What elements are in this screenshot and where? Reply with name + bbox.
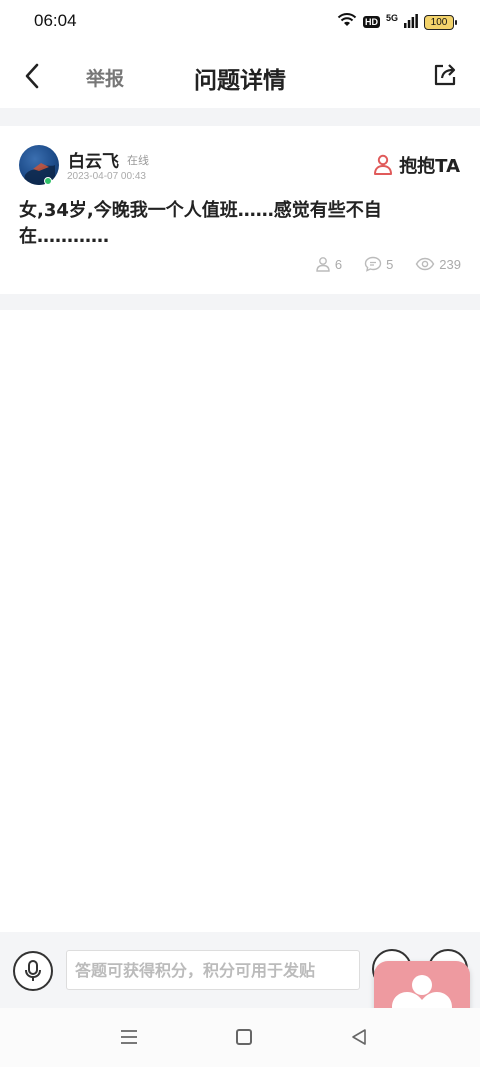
- avatar-image: [23, 163, 55, 185]
- comment-count: 5: [364, 256, 393, 272]
- card-divider: [0, 294, 480, 310]
- hd-badge: HD: [362, 16, 380, 28]
- system-nav-bar: [0, 1008, 480, 1067]
- share-button[interactable]: [432, 62, 460, 90]
- hug-count-value: 6: [334, 256, 343, 272]
- back-triangle-icon[interactable]: [350, 1028, 368, 1046]
- answer-input[interactable]: [66, 950, 360, 990]
- hug-count-icon: [316, 257, 330, 272]
- status-time: 06:04: [34, 11, 77, 30]
- page-title: 问题详情: [194, 68, 286, 94]
- eye-icon: [415, 257, 435, 271]
- avatar[interactable]: [19, 145, 59, 185]
- share-icon: [434, 64, 456, 86]
- question-stats: 6 5 239: [315, 256, 461, 272]
- menu-icon[interactable]: [120, 1028, 138, 1046]
- view-count-value: 239: [439, 256, 461, 272]
- voice-input-button[interactable]: [13, 951, 53, 991]
- post-time: 2023-04-07 00:43: [67, 171, 146, 182]
- home-button[interactable]: [236, 1029, 252, 1045]
- question-text: 女,34岁,今晚我一个人值班……感觉有些不自在…………: [19, 200, 382, 247]
- comment-count-value: 5: [386, 256, 394, 272]
- wifi-icon: [337, 12, 357, 32]
- status-bar: 06:04 HD 5G 100: [0, 0, 480, 44]
- battery-level: 100: [430, 16, 448, 28]
- hug-count: 6: [315, 256, 342, 272]
- comment-icon: [364, 256, 382, 272]
- question-card: 白云飞 在线 2023-04-07 00:43 抱抱TA 女,34岁,今晚我一个…: [0, 126, 480, 294]
- microphone-icon: [25, 960, 41, 981]
- online-status: 在线: [127, 154, 149, 167]
- hug-icon: [374, 154, 393, 175]
- hug-button[interactable]: 抱抱TA: [373, 152, 460, 178]
- status-icons: HD 5G 100: [337, 12, 457, 32]
- header: 举报 问题详情: [0, 44, 480, 108]
- hug-label: 抱抱TA: [399, 156, 460, 177]
- view-count: 239: [415, 257, 461, 272]
- battery-icon: 100: [424, 14, 457, 30]
- network-type-badge: 5G: [385, 13, 398, 23]
- online-indicator: [44, 177, 52, 185]
- section-divider: [0, 108, 480, 126]
- user-name[interactable]: 白云飞: [68, 147, 119, 172]
- signal-icon: [404, 13, 418, 32]
